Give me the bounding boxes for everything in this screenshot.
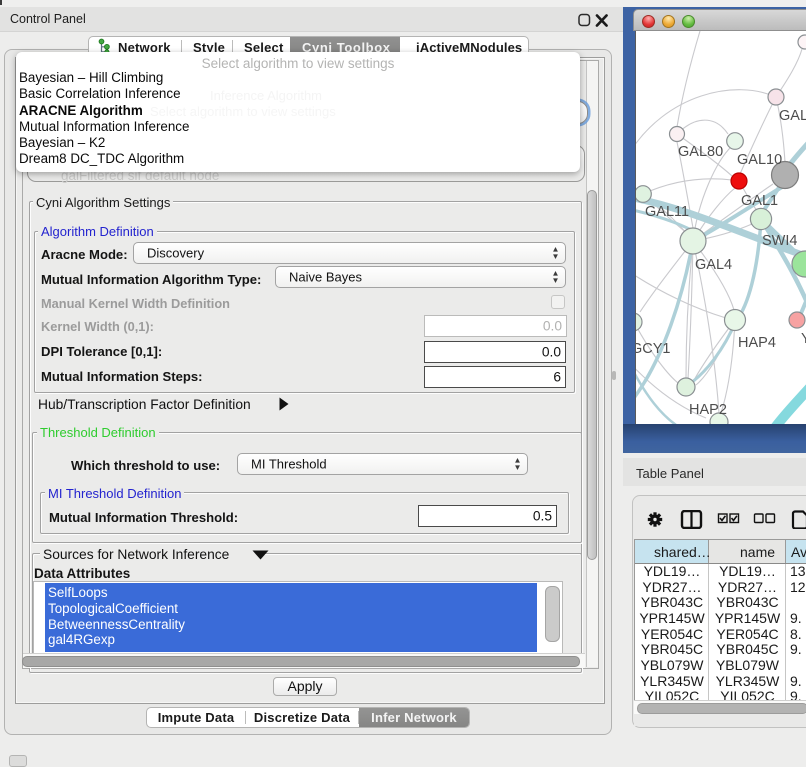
- svg-text:GAL1: GAL1: [741, 193, 778, 209]
- svg-text:Y: Y: [801, 331, 806, 347]
- svg-text:GAL4: GAL4: [695, 257, 732, 273]
- svg-text:GAL80: GAL80: [678, 144, 723, 160]
- svg-text:GCY1: GCY1: [636, 341, 671, 357]
- svg-text:GAL2: GAL2: [779, 108, 806, 124]
- svg-text:GAL11: GAL11: [645, 204, 689, 220]
- svg-text:HAP4: HAP4: [738, 335, 776, 351]
- svg-text:SWI4: SWI4: [762, 233, 797, 249]
- svg-text:HAP2: HAP2: [689, 402, 727, 418]
- svg-text:GAL10: GAL10: [737, 152, 782, 168]
